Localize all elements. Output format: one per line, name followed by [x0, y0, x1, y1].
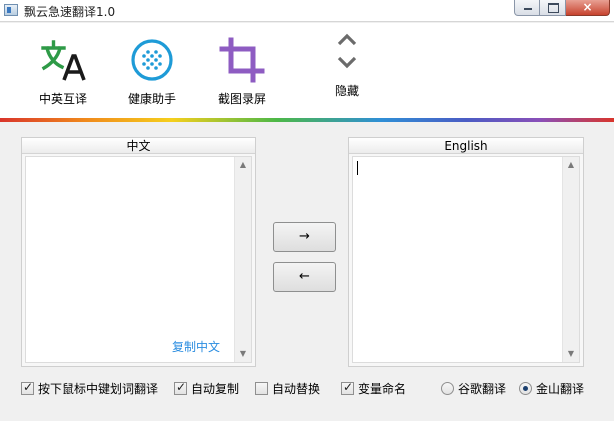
variable-naming-label: 变量命名: [358, 381, 407, 396]
screenshot-record-button[interactable]: 截图录屏: [202, 37, 282, 107]
scroll-down-arrow-icon[interactable]: ▼: [563, 346, 579, 362]
scroll-up-arrow-icon[interactable]: ▲: [563, 157, 579, 173]
translate-to-english-button[interactable]: →: [273, 222, 336, 252]
translate-tool-button[interactable]: 中英互译: [23, 37, 103, 107]
english-text-area[interactable]: ▲ ▼: [352, 156, 580, 363]
copy-chinese-link[interactable]: 复制中文: [172, 338, 220, 355]
auto-replace-label: 自动替换: [272, 381, 321, 396]
close-button[interactable]: ×: [566, 0, 610, 16]
close-icon: ×: [582, 0, 593, 14]
chinese-text-area[interactable]: ▲ ▼ 复制中文: [25, 156, 252, 363]
english-panel-header: English: [349, 138, 583, 154]
auto-replace-checkbox[interactable]: [255, 381, 268, 395]
google-translate-option[interactable]: 谷歌翻译: [441, 380, 506, 396]
scroll-down-arrow-icon[interactable]: ▼: [235, 346, 251, 362]
hide-button[interactable]: 隐藏: [307, 31, 387, 99]
translate-icon: [41, 40, 86, 81]
auto-replace-option[interactable]: 自动替换: [255, 380, 320, 396]
scroll-up-arrow-icon[interactable]: ▲: [235, 157, 251, 173]
translate-tool-label: 中英互译: [38, 92, 87, 106]
english-panel: English ▲ ▼: [348, 137, 584, 367]
translate-to-chinese-button[interactable]: ←: [273, 262, 336, 292]
minimize-button[interactable]: [514, 0, 540, 16]
app-window-icon: [4, 4, 18, 16]
hide-label: 隐藏: [334, 84, 359, 98]
options-bar: 按下鼠标中键划词翻译 自动复制 自动替换 变量命名 谷歌翻译 金山翻译: [0, 376, 614, 400]
auto-copy-option[interactable]: 自动复制: [174, 380, 239, 396]
google-translate-label: 谷歌翻译: [458, 381, 507, 396]
rainbow-divider: [0, 118, 614, 122]
kingsoft-translate-option[interactable]: 金山翻译: [519, 380, 584, 396]
chinese-panel: 中文 ▲ ▼ 复制中文: [21, 137, 256, 367]
text-cursor: [357, 161, 358, 175]
crop-icon: [219, 37, 265, 83]
auto-copy-label: 自动复制: [191, 381, 240, 396]
grid-circle-icon: [131, 39, 173, 81]
mouse-select-translate-label: 按下鼠标中键划词翻译: [38, 381, 159, 396]
chinese-scrollbar[interactable]: ▲ ▼: [234, 157, 251, 362]
health-assistant-button[interactable]: 健康助手: [112, 37, 192, 107]
window-title: 飘云急速翻译1.0: [24, 5, 116, 19]
mouse-select-translate-checkbox[interactable]: [21, 380, 34, 395]
maximize-button[interactable]: [540, 0, 566, 16]
chinese-panel-header: 中文: [22, 138, 255, 154]
google-translate-radio[interactable]: [441, 381, 454, 395]
toolbar: 中英互译 健康助手 截图录屏 隐藏: [0, 23, 614, 119]
kingsoft-translate-label: 金山翻译: [536, 381, 585, 396]
variable-naming-option[interactable]: 变量命名: [341, 380, 406, 396]
auto-copy-checkbox[interactable]: [174, 380, 187, 395]
chevron-up-down-icon: [337, 33, 357, 69]
title-bar: 飘云急速翻译1.0 ×: [0, 0, 614, 22]
mouse-select-translate-option[interactable]: 按下鼠标中键划词翻译: [21, 380, 158, 396]
window-controls: ×: [514, 0, 610, 16]
variable-naming-checkbox[interactable]: [341, 380, 354, 395]
kingsoft-translate-radio[interactable]: [519, 381, 532, 395]
screenshot-record-label: 截图录屏: [217, 92, 266, 106]
english-scrollbar[interactable]: ▲ ▼: [562, 157, 579, 362]
health-assistant-label: 健康助手: [127, 92, 176, 106]
